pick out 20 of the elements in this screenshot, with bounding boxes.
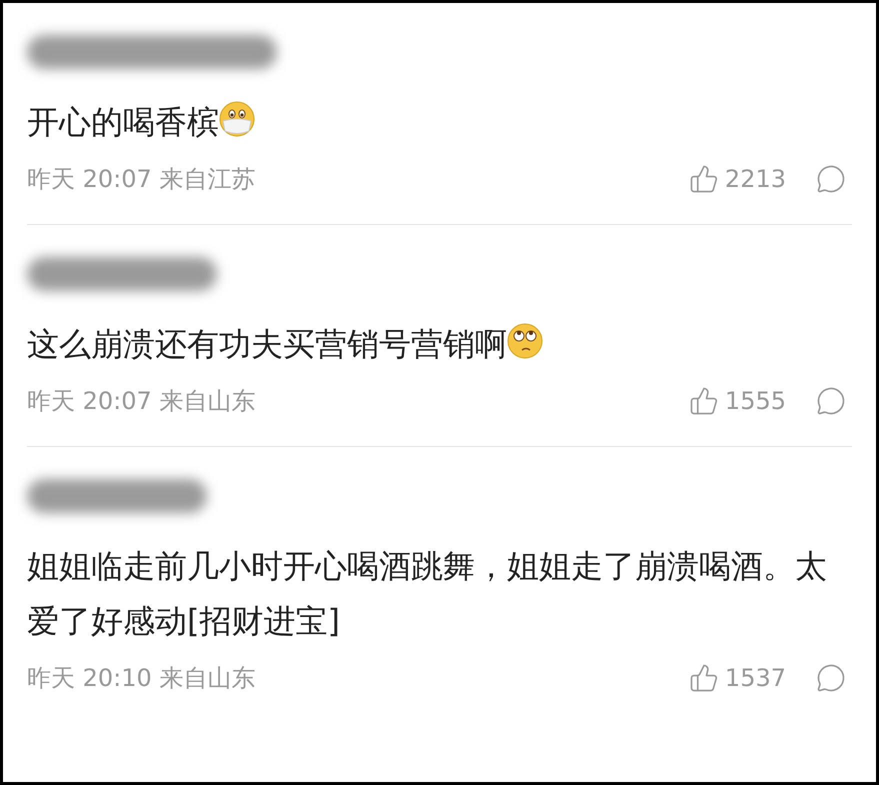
speech-bubble-icon [816,164,846,194]
like-button[interactable]: 1537 [688,663,786,693]
comment-button[interactable] [816,386,846,416]
comment-meta: 昨天 20:10 来自山东 [27,663,256,693]
comment-text: 开心的喝香槟 [27,95,852,150]
speech-bubble-icon [816,663,846,693]
comment-button[interactable] [816,164,846,194]
thumbs-up-icon [688,386,719,416]
thumbs-up-icon [688,164,719,194]
like-button[interactable]: 1555 [688,386,786,416]
eye-roll-face-icon [507,323,543,359]
comment-meta: 昨天 20:07 来自江苏 [27,164,256,194]
thumbs-up-icon [688,663,719,693]
comment-button[interactable] [816,663,846,693]
masked-face-icon [219,101,255,137]
comment-meta: 昨天 20:07 来自山东 [27,386,256,416]
like-button[interactable]: 2213 [688,164,786,194]
comment-text: 这么崩溃还有功夫买营销号营销啊 [27,317,852,372]
comment-text: 姐姐临走前几小时开心喝酒跳舞，姐姐走了崩溃喝酒。太爱了好感动[招财进宝] [27,546,828,642]
speech-bubble-icon [816,386,846,416]
